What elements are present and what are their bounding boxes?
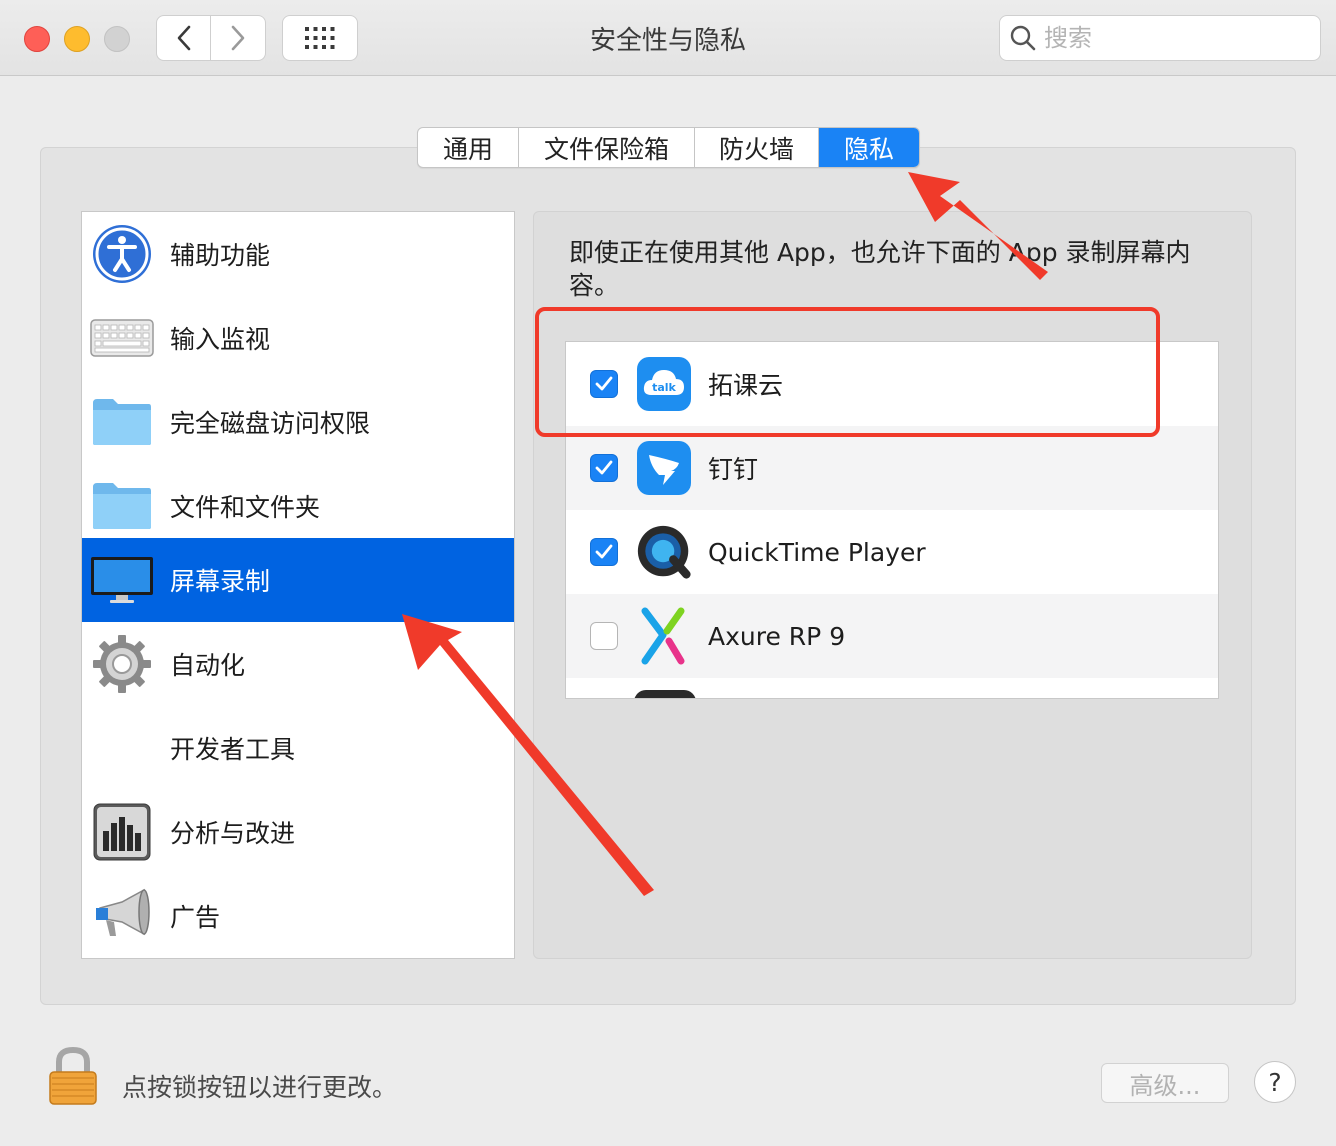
accessibility-icon [90,222,154,286]
sidebar-item-label: 分析与改进 [170,819,296,848]
app-row-quicktime[interactable]: QuickTime Player [566,510,1218,594]
lock-icon [49,1046,97,1105]
sidebar-item-label: 开发者工具 [170,735,296,764]
quicktime-icon [636,524,692,580]
sidebar-item-advertising[interactable]: 广告 [82,874,514,958]
tab-privacy[interactable]: 隐私 [819,128,919,167]
sidebar-item-screen-recording[interactable]: 屏幕录制 [82,538,514,622]
checkmark-icon [595,460,613,475]
sidebar-item-label: 辅助功能 [170,241,271,270]
sidebar-item-input-monitoring[interactable]: 输入监视 [82,296,514,380]
sidebar-item-label: 自动化 [170,651,246,680]
tab-bar: 通用 文件保险箱 防火墙 隐私 [417,127,920,168]
permission-checkbox[interactable] [590,622,618,650]
tab-filevault[interactable]: 文件保险箱 [519,128,695,167]
sidebar-item-accessibility[interactable]: 辅助功能 [82,212,514,296]
permission-description: 即使正在使用其他 App，也允许下面的 App 录制屏幕内容。 [569,238,1191,300]
bar-chart-icon [90,800,154,864]
app-icon-partial [634,690,696,698]
sidebar-item-label: 屏幕录制 [170,567,271,596]
sidebar-item-label: 广告 [170,903,221,932]
lock-message: 点按锁按钮以进行更改。 [122,1073,398,1102]
title-bar: 安全性与隐私 [0,0,1336,76]
folder-icon [90,390,154,454]
checkmark-icon [595,544,613,559]
keyboard-icon [90,306,154,370]
search-input[interactable] [1044,24,1304,52]
app-name: 钉钉 [708,455,759,484]
folder-icon [90,474,154,538]
gear-icon [90,632,154,696]
help-button[interactable]: ? [1254,1061,1296,1103]
sidebar-item-files-and-folders[interactable]: 文件和文件夹 [82,464,514,548]
app-row-partial[interactable] [566,678,1218,698]
permission-checkbox[interactable] [590,454,618,482]
annotation-highlight-box [535,307,1160,437]
app-row-dingtalk[interactable]: 钉钉 [566,426,1218,510]
tab-general[interactable]: 通用 [418,128,519,167]
monitor-icon [90,548,154,612]
sidebar-item-analytics[interactable]: 分析与改进 [82,790,514,874]
sidebar-item-automation[interactable]: 自动化 [82,622,514,706]
advanced-button[interactable]: 高级... [1101,1063,1229,1103]
lock-button[interactable] [46,1046,100,1108]
sidebar-item-label: 输入监视 [170,325,271,354]
permission-checkbox[interactable] [590,538,618,566]
app-row-axure[interactable]: Axure RP 9 [566,594,1218,678]
sidebar-item-label: 完全磁盘访问权限 [170,409,371,438]
axure-icon [636,607,692,665]
search-field[interactable] [999,15,1321,61]
search-icon [1010,25,1036,51]
tab-firewall[interactable]: 防火墙 [695,128,819,167]
privacy-category-list[interactable]: 辅助功能 输入监视 完全磁盘访问权限 文件和文件夹 屏幕录制 自动化 开发者工具… [81,211,515,959]
dingtalk-icon [636,440,692,496]
sidebar-item-full-disk-access[interactable]: 完全磁盘访问权限 [82,380,514,464]
megaphone-icon [90,884,154,948]
sidebar-item-label: 文件和文件夹 [170,493,321,522]
app-name: QuickTime Player [708,537,926,567]
app-name: Axure RP 9 [708,621,846,651]
sidebar-item-developer-tools[interactable]: 开发者工具 [82,706,514,790]
